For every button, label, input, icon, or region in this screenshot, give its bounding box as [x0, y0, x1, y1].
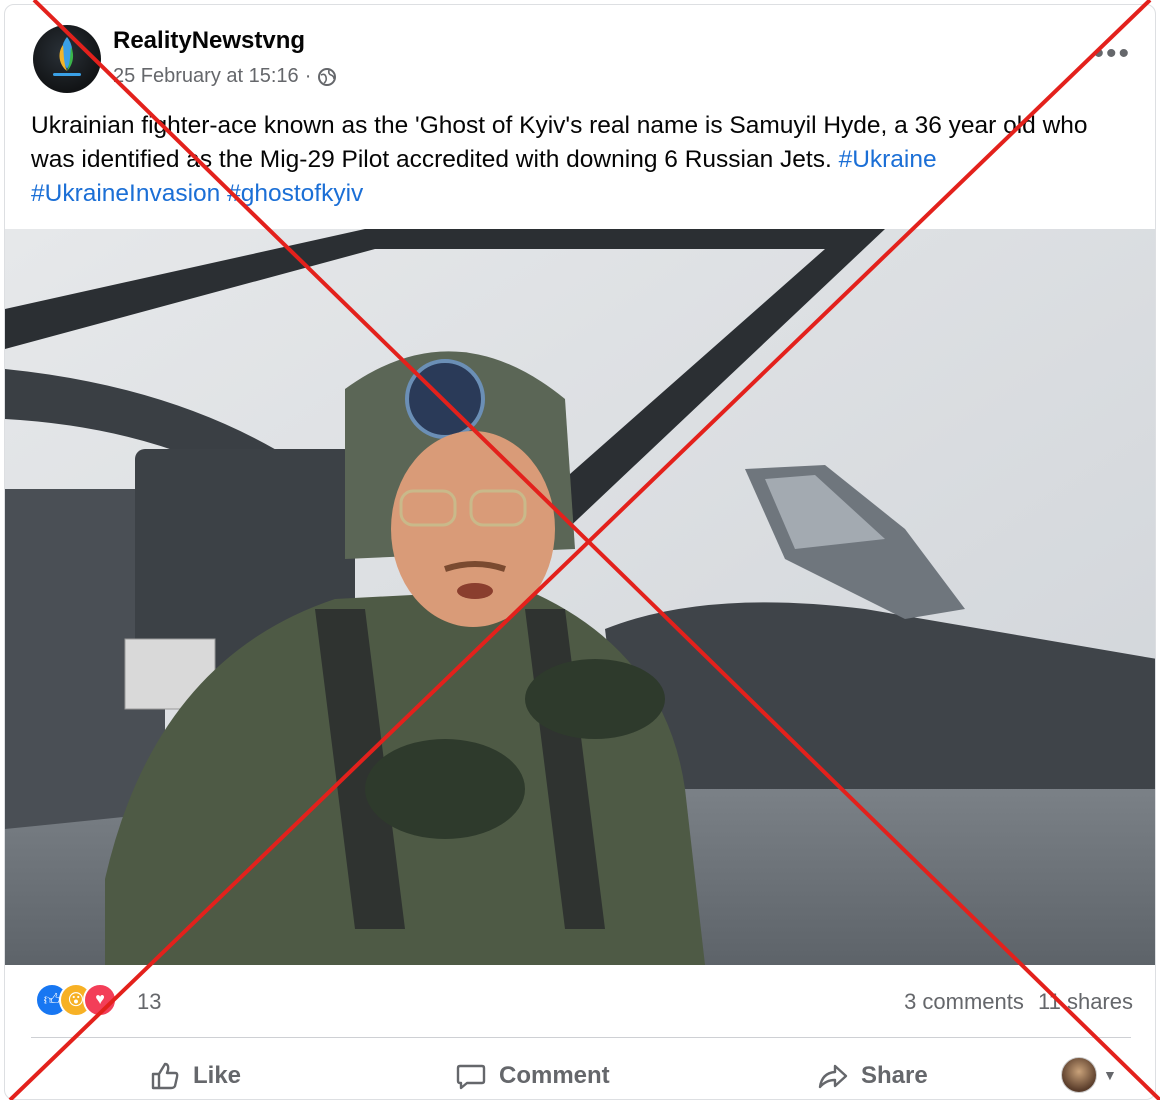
post-card: RealityNewstvng 25 February at 15:16 · •… [4, 4, 1156, 1100]
reaction-icons[interactable]: 👍︎ 😮︎ ♥ [35, 983, 117, 1017]
comment-label: Comment [499, 1062, 610, 1089]
like-label: Like [193, 1062, 242, 1089]
share-button[interactable]: Share [817, 1051, 928, 1099]
hashtag-ukraine[interactable]: #Ukraine [839, 146, 937, 173]
pilot-cockpit-image [5, 229, 1155, 965]
post-timestamp[interactable]: 25 February at 15:16 [113, 65, 299, 88]
divider [31, 1037, 1131, 1038]
meta-separator: · [304, 65, 312, 87]
page-avatar[interactable] [33, 25, 101, 93]
author-name[interactable]: RealityNewstvng [113, 27, 305, 55]
hashtag-ukraineinvasion[interactable]: #UkraineInvasion [31, 180, 220, 207]
post-image[interactable] [5, 229, 1155, 965]
post-text: Ukrainian fighter-ace known as the 'Ghos… [31, 109, 1131, 211]
shares-count[interactable]: 11 shares [1038, 989, 1133, 1014]
share-icon [818, 1064, 848, 1089]
globe-icon [318, 67, 337, 86]
comment-share-counts: 3 comments 11 shares [904, 989, 1133, 1015]
thumbs-up-icon [151, 1062, 179, 1090]
logo-icon [53, 37, 81, 76]
hashtag-ghostofkyiv[interactable]: #ghostofkyiv [227, 180, 363, 207]
share-label: Share [861, 1062, 928, 1089]
care-icon: ♥ [83, 983, 117, 1017]
avatar [1061, 1057, 1097, 1093]
reaction-count[interactable]: 13 [137, 989, 161, 1015]
post-meta: 25 February at 15:16 · [113, 65, 337, 88]
comments-count[interactable]: 3 comments [904, 989, 1024, 1014]
engagement-bar: 👍︎ 😮︎ ♥ 13 3 comments 11 shares [5, 983, 1155, 1023]
like-button[interactable]: Like [149, 1051, 242, 1099]
chevron-down-icon: ▼ [1103, 1067, 1117, 1083]
more-options-button[interactable]: ••• [1093, 39, 1131, 69]
reaction-as-menu[interactable]: ▼ [1061, 1057, 1117, 1093]
comment-button[interactable]: Comment [455, 1051, 610, 1099]
comment-icon [456, 1064, 486, 1090]
